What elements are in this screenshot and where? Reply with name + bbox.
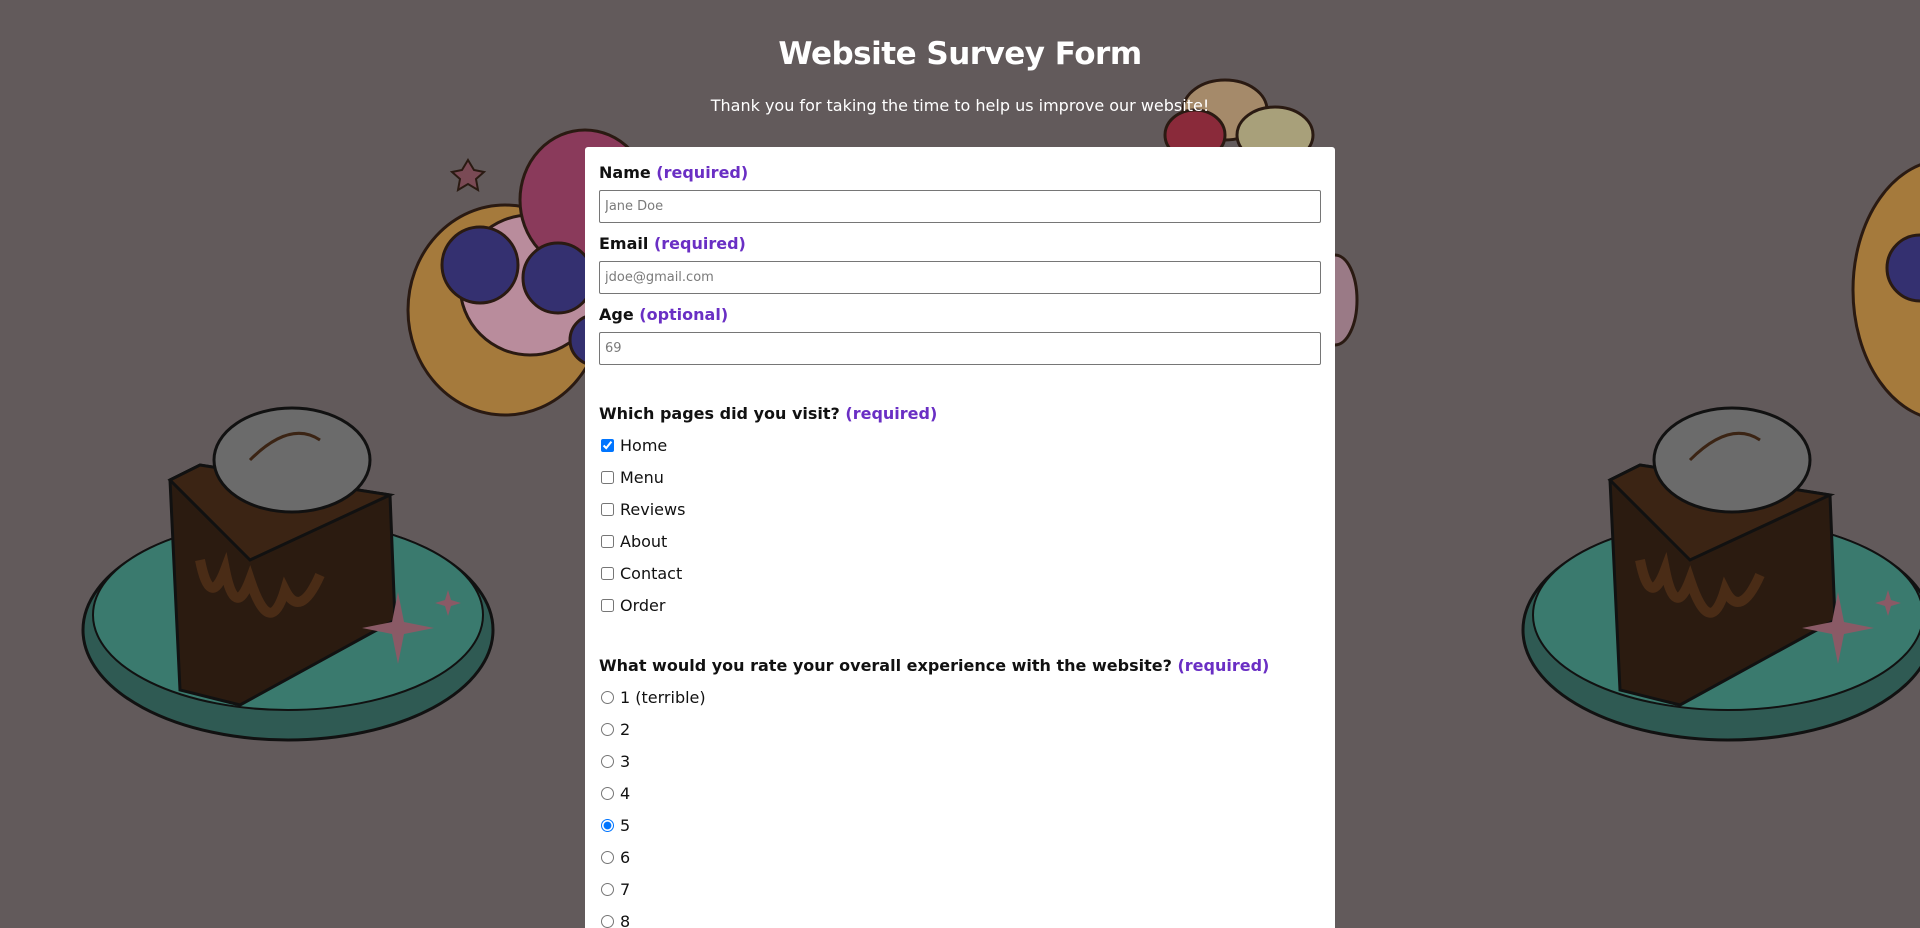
rating-required-tag: (required) (1177, 656, 1270, 675)
pages-question-text: Which pages did you visit? (599, 404, 840, 423)
name-label: Name (required) (599, 163, 748, 182)
rating-radio-7[interactable] (601, 883, 614, 896)
rating-radio-5[interactable] (601, 819, 614, 832)
reviews-option-label: Reviews (620, 500, 686, 519)
email-required-tag: (required) (653, 234, 746, 253)
email-label-text: Email (599, 234, 649, 253)
rating-option-4[interactable]: 4 (601, 784, 630, 803)
rating-option-label: 7 (620, 880, 631, 899)
about-option-label: About (620, 532, 668, 551)
name-input[interactable] (599, 190, 1321, 223)
rating-radio-4[interactable] (601, 787, 614, 800)
rating-radio-6[interactable] (601, 851, 614, 864)
age-optional-tag: (optional) (639, 305, 729, 324)
home-option-label: Home (620, 436, 668, 455)
pages-required-tag: (required) (845, 404, 938, 423)
order-option-label: Order (620, 596, 666, 615)
survey-form: Name (required) Email (required) Age (op… (585, 147, 1335, 928)
pages-question: Which pages did you visit? (required) (599, 404, 937, 423)
rating-option-1[interactable]: 1 (terrible) (601, 688, 706, 707)
rating-option-label: 2 (620, 720, 631, 739)
name-required-tag: (required) (656, 163, 749, 182)
age-label-text: Age (599, 305, 634, 324)
rating-option-label: 8 (620, 912, 631, 928)
about-checkbox[interactable] (601, 535, 614, 548)
tart-illustration-right (1851, 163, 1920, 417)
reviews-checkbox[interactable] (601, 503, 614, 516)
page-title: Website Survey Form (778, 36, 1142, 72)
page-option-home[interactable]: Home (601, 436, 667, 455)
menu-checkbox[interactable] (601, 471, 614, 484)
rating-option-5[interactable]: 5 (601, 816, 630, 835)
email-label: Email (required) (599, 234, 746, 253)
rating-question: What would you rate your overall experie… (599, 656, 1269, 675)
rating-radio-2[interactable] (601, 723, 614, 736)
contact-checkbox[interactable] (601, 567, 614, 580)
order-checkbox[interactable] (601, 599, 614, 612)
menu-option-label: Menu (620, 468, 664, 487)
rating-option-label: 6 (620, 848, 631, 867)
rating-option-label: 5 (620, 816, 631, 835)
page-subtitle: Thank you for taking the time to help us… (710, 96, 1210, 115)
home-checkbox[interactable] (601, 439, 614, 452)
rating-option-3[interactable]: 3 (601, 752, 630, 771)
rating-option-7[interactable]: 7 (601, 880, 630, 899)
brownie-illustration-right (1521, 406, 1920, 742)
page-option-order[interactable]: Order (601, 596, 665, 615)
rating-option-8[interactable]: 8 (601, 912, 630, 928)
brownie-illustration-left (81, 406, 495, 742)
contact-option-label: Contact (620, 564, 683, 583)
rating-radio-8[interactable] (601, 915, 614, 928)
rating-option-2[interactable]: 2 (601, 720, 630, 739)
rating-option-label: 1 (terrible) (620, 688, 706, 707)
name-label-text: Name (599, 163, 651, 182)
age-input[interactable] (599, 332, 1321, 365)
rating-option-label: 4 (620, 784, 631, 803)
rating-option-6[interactable]: 6 (601, 848, 630, 867)
age-label: Age (optional) (599, 305, 728, 324)
rating-question-text: What would you rate your overall experie… (599, 656, 1172, 675)
page-option-reviews[interactable]: Reviews (601, 500, 685, 519)
page-option-contact[interactable]: Contact (601, 564, 682, 583)
page-option-menu[interactable]: Menu (601, 468, 664, 487)
rating-radio-1[interactable] (601, 691, 614, 704)
email-input[interactable] (599, 261, 1321, 294)
rating-option-label: 3 (620, 752, 631, 771)
page-option-about[interactable]: About (601, 532, 667, 551)
rating-radio-3[interactable] (601, 755, 614, 768)
